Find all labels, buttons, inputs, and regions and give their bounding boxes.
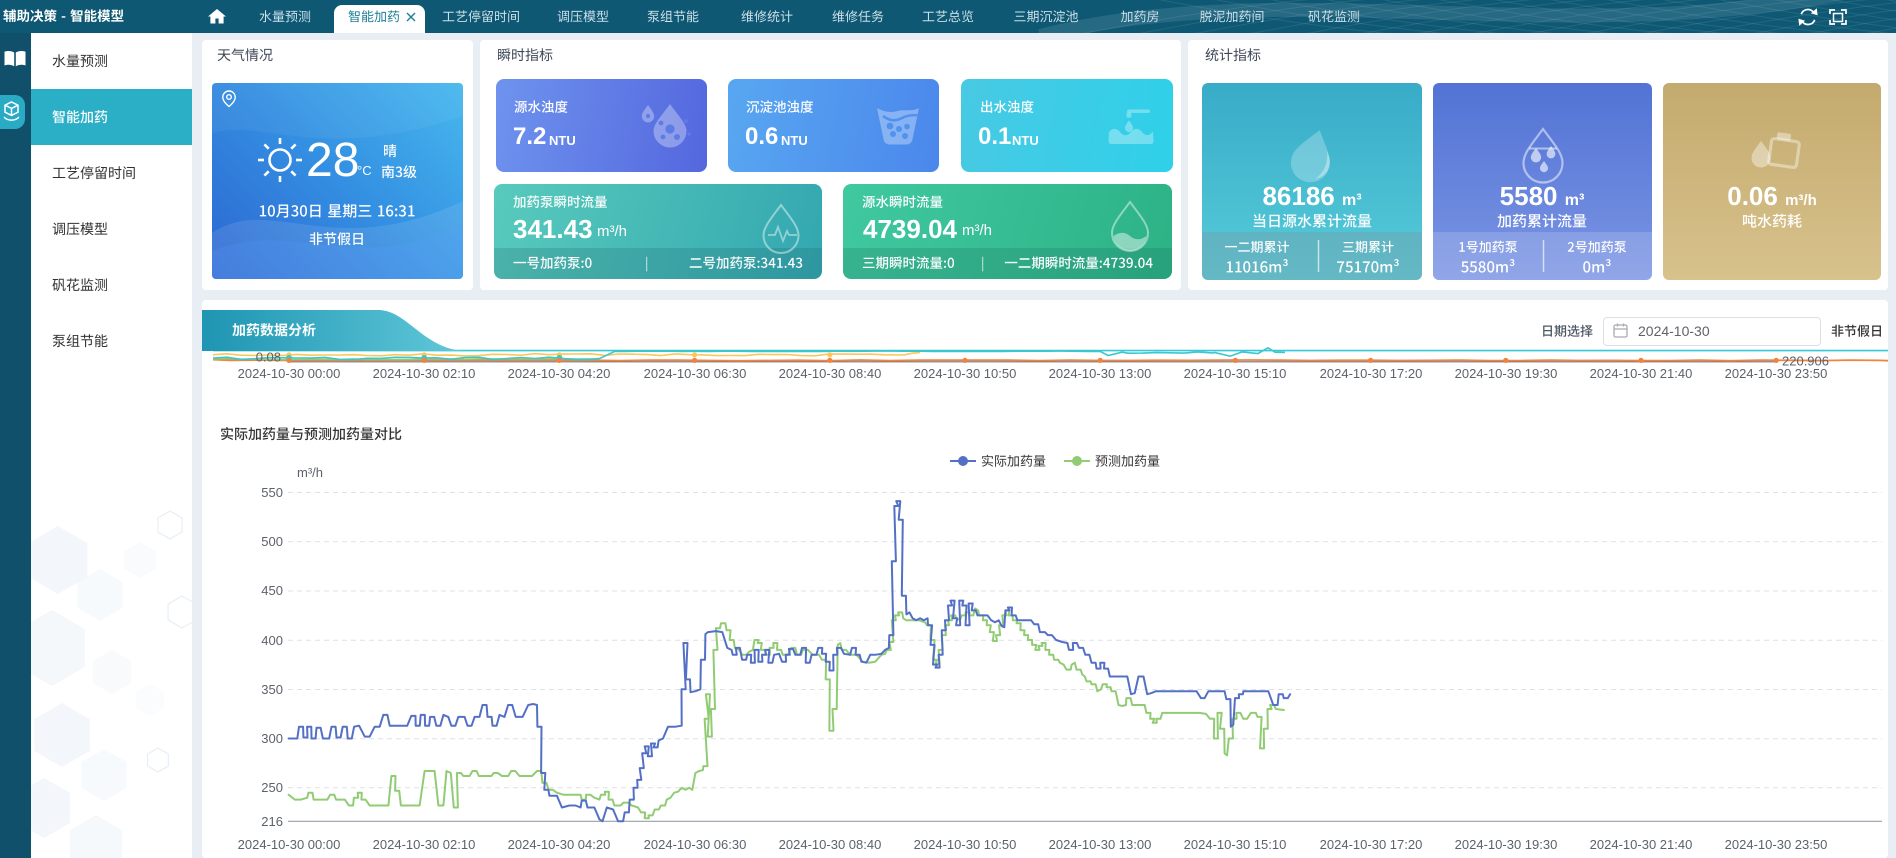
svg-text:0.08: 0.08	[256, 350, 281, 365]
svg-text:220.906: 220.906	[1782, 354, 1829, 369]
